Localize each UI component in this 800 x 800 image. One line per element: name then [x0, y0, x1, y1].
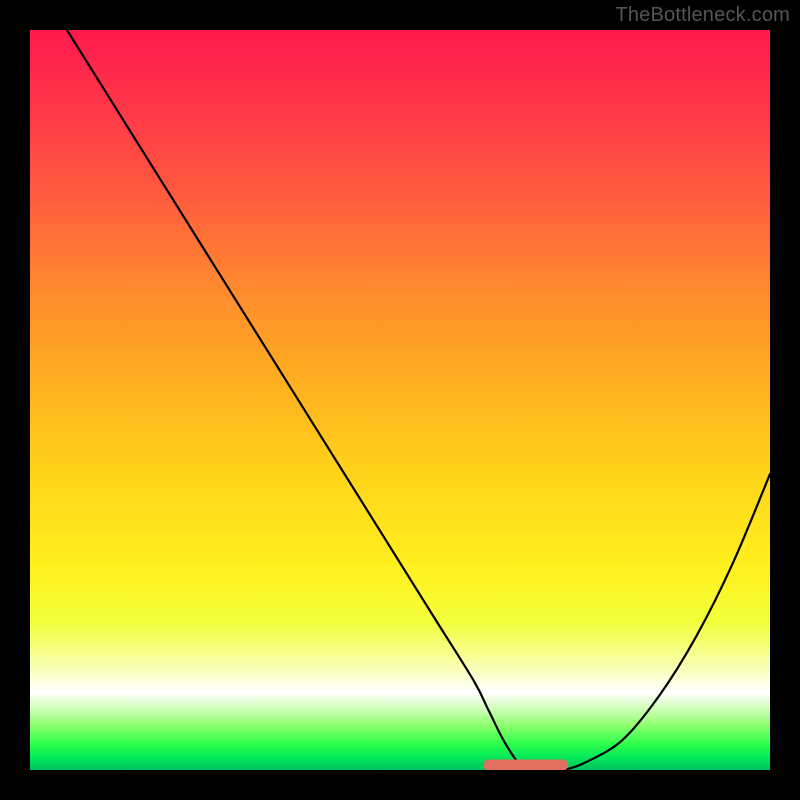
bottleneck-chart: [30, 30, 770, 770]
bottleneck-curve-path: [67, 30, 770, 770]
watermark-text: TheBottleneck.com: [615, 4, 790, 27]
